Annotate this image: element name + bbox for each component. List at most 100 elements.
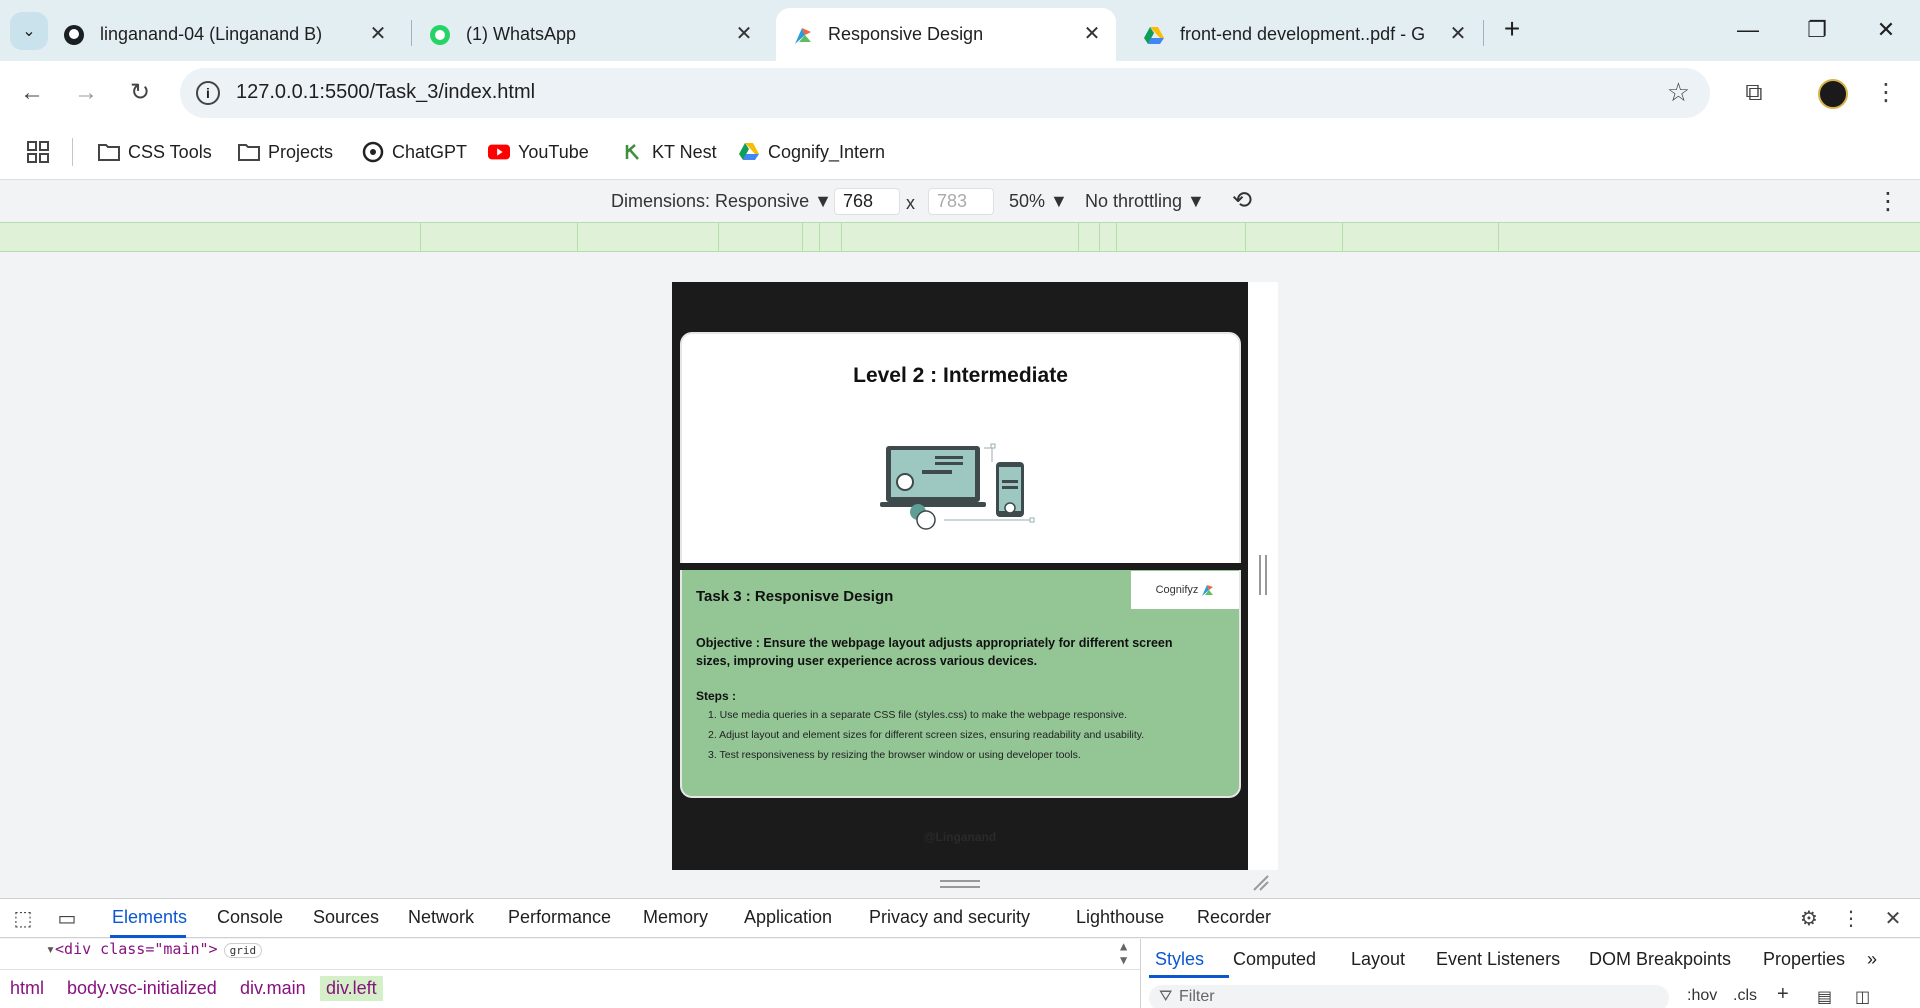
rotate-icon[interactable]: ⟲ bbox=[1228, 187, 1256, 215]
tab-title: linganand-04 (Linganand B) bbox=[100, 24, 323, 44]
tab-github[interactable]: linganand-04 (Linganand B) ✕ bbox=[62, 8, 402, 61]
media-query-marker[interactable] bbox=[1342, 223, 1343, 251]
media-query-marker[interactable] bbox=[718, 223, 719, 251]
settings-gear-icon[interactable]: ⚙ bbox=[1796, 906, 1822, 932]
inspect-element-icon[interactable]: ⬚ bbox=[10, 906, 36, 932]
side-tab-styles[interactable]: Styles bbox=[1155, 949, 1204, 970]
close-tab-icon[interactable]: ✕ bbox=[368, 24, 388, 44]
menu-icon[interactable]: ⋮ bbox=[1868, 75, 1904, 111]
devtools-tab-application[interactable]: Application bbox=[744, 907, 832, 928]
restore-button[interactable]: ❐ bbox=[1797, 12, 1837, 48]
devtools-tab-recorder[interactable]: Recorder bbox=[1197, 907, 1271, 928]
media-query-marker[interactable] bbox=[841, 223, 842, 251]
media-query-marker[interactable] bbox=[1078, 223, 1079, 251]
apps-grid-icon[interactable] bbox=[26, 138, 50, 166]
breadcrumb-item[interactable]: body.vsc-initialized bbox=[67, 978, 217, 999]
forward-button[interactable]: → bbox=[70, 77, 102, 109]
reload-button[interactable]: ↻ bbox=[124, 77, 156, 109]
back-button[interactable]: ← bbox=[16, 77, 48, 109]
steps-title: Steps : bbox=[696, 689, 737, 703]
dimensions-select[interactable]: Dimensions: Responsive ▼ bbox=[611, 191, 832, 212]
devtools-tab-sources[interactable]: Sources bbox=[313, 907, 379, 928]
step-item: 1. Use media queries in a separate CSS f… bbox=[708, 709, 1128, 721]
devtools-tab-memory[interactable]: Memory bbox=[643, 907, 708, 928]
side-tab-dom-breakpoints[interactable]: DOM Breakpoints bbox=[1589, 949, 1731, 970]
bookmark-css-tools[interactable]: CSS Tools bbox=[98, 138, 212, 166]
media-query-marker[interactable] bbox=[577, 223, 578, 251]
devtools-menu-icon[interactable]: ⋮ bbox=[1838, 906, 1864, 932]
media-query-marker[interactable] bbox=[819, 223, 820, 251]
dom-node-text: <div class="main"> bbox=[55, 940, 218, 958]
media-query-marker[interactable] bbox=[1498, 223, 1499, 251]
width-input[interactable]: 768 bbox=[834, 188, 900, 215]
bookmark-kt-nest[interactable]: KT Nest bbox=[622, 138, 717, 166]
close-window-button[interactable]: ✕ bbox=[1866, 12, 1906, 48]
more-options-icon[interactable]: ⋮ bbox=[1876, 187, 1900, 216]
bookmark-star-icon[interactable]: ☆ bbox=[1667, 77, 1690, 108]
minimize-button[interactable]: — bbox=[1728, 12, 1768, 48]
new-tab-button[interactable]: + bbox=[1496, 14, 1528, 46]
bookmark-projects[interactable]: Projects bbox=[238, 138, 333, 166]
scroll-arrows-icon[interactable]: ▲ ▼ bbox=[1120, 939, 1127, 967]
close-tab-icon[interactable]: ✕ bbox=[1448, 24, 1468, 44]
hov-toggle[interactable]: :hov bbox=[1687, 987, 1717, 1005]
devtools-tab-console[interactable]: Console bbox=[217, 907, 283, 928]
devtools-tab-network[interactable]: Network bbox=[408, 907, 474, 928]
extensions-icon[interactable]: ⧉ bbox=[1736, 75, 1772, 111]
devtools-tab-elements[interactable]: Elements bbox=[112, 907, 187, 928]
height-input[interactable]: 783 bbox=[928, 188, 994, 215]
breadcrumb-item[interactable]: div.main bbox=[240, 978, 306, 999]
resize-handle-bottom[interactable] bbox=[940, 880, 980, 888]
side-tab-event-listeners[interactable]: Event Listeners bbox=[1436, 949, 1560, 970]
bookmark-chatgpt[interactable]: ChatGPT bbox=[362, 138, 467, 166]
cls-toggle[interactable]: .cls bbox=[1733, 987, 1757, 1005]
side-tab-layout[interactable]: Layout bbox=[1351, 949, 1405, 970]
bookmark-youtube[interactable]: YouTube bbox=[488, 138, 589, 166]
sidebar-toggle-icon[interactable]: ◫ bbox=[1855, 987, 1870, 1007]
tab-google-drive[interactable]: front-end development..pdf - G ✕ bbox=[1142, 8, 1482, 61]
times-label: x bbox=[906, 193, 915, 213]
tab-search-button[interactable]: ⌄ bbox=[10, 12, 48, 50]
grid-badge[interactable]: grid bbox=[223, 943, 263, 958]
computed-styles-icon[interactable]: ▤ bbox=[1817, 987, 1832, 1007]
zoom-select[interactable]: 50% ▼ bbox=[1009, 191, 1068, 212]
resize-corner-icon[interactable] bbox=[1252, 874, 1270, 892]
tab-responsive-design[interactable]: Responsive Design ✕ bbox=[776, 8, 1116, 61]
tab-whatsapp[interactable]: (1) WhatsApp ✕ bbox=[428, 8, 768, 61]
dom-node[interactable]: ▾<div class="main"> grid bbox=[46, 940, 263, 958]
side-tab-computed[interactable]: Computed bbox=[1233, 949, 1316, 970]
ktnest-icon bbox=[622, 141, 644, 163]
address-bar[interactable]: i 127.0.0.1:5500/Task_3/index.html ☆ bbox=[180, 68, 1710, 118]
devtools-tab-lighthouse[interactable]: Lighthouse bbox=[1076, 907, 1164, 928]
avatar[interactable] bbox=[1818, 79, 1848, 109]
bookmark-label: YouTube bbox=[518, 141, 589, 162]
device-toggle-icon[interactable]: ▭ bbox=[54, 906, 80, 932]
media-query-marker[interactable] bbox=[1099, 223, 1100, 251]
bookmark-cognify-intern[interactable]: Cognify_Intern bbox=[738, 138, 885, 166]
devtools-tab-privacy[interactable]: Privacy and security bbox=[869, 907, 1030, 928]
folder-icon bbox=[98, 141, 120, 163]
youtube-icon bbox=[488, 141, 510, 163]
resize-handle-right[interactable] bbox=[1259, 555, 1267, 595]
add-rule-icon[interactable]: + bbox=[1777, 983, 1789, 1006]
close-tab-icon[interactable]: ✕ bbox=[1082, 24, 1102, 44]
site-info-icon[interactable]: i bbox=[196, 81, 220, 105]
dom-tree[interactable]: ▾<div class="main"> grid ▲ ▼ bbox=[0, 939, 1140, 969]
expand-triangle-icon[interactable]: ▾ bbox=[46, 940, 55, 958]
media-query-marker[interactable] bbox=[802, 223, 803, 251]
styles-filter-input[interactable]: ⛛ Filter bbox=[1149, 985, 1669, 1008]
devtools-tab-performance[interactable]: Performance bbox=[508, 907, 611, 928]
close-tab-icon[interactable]: ✕ bbox=[734, 24, 754, 44]
media-query-marker[interactable] bbox=[1245, 223, 1246, 251]
throttling-select[interactable]: No throttling ▼ bbox=[1085, 191, 1205, 212]
url-text[interactable]: 127.0.0.1:5500/Task_3/index.html bbox=[236, 81, 535, 104]
close-devtools-icon[interactable]: ✕ bbox=[1880, 906, 1906, 932]
media-query-bar[interactable] bbox=[0, 222, 1920, 252]
task-title: Task 3 : Responisve Design bbox=[696, 588, 894, 605]
media-query-marker[interactable] bbox=[1116, 223, 1117, 251]
media-query-marker[interactable] bbox=[420, 223, 421, 251]
breadcrumb-item-active[interactable]: div.left bbox=[320, 976, 383, 1001]
side-tab-properties[interactable]: Properties bbox=[1763, 949, 1845, 970]
more-tabs-icon[interactable]: » bbox=[1867, 949, 1877, 970]
breadcrumb-item[interactable]: html bbox=[10, 978, 44, 999]
